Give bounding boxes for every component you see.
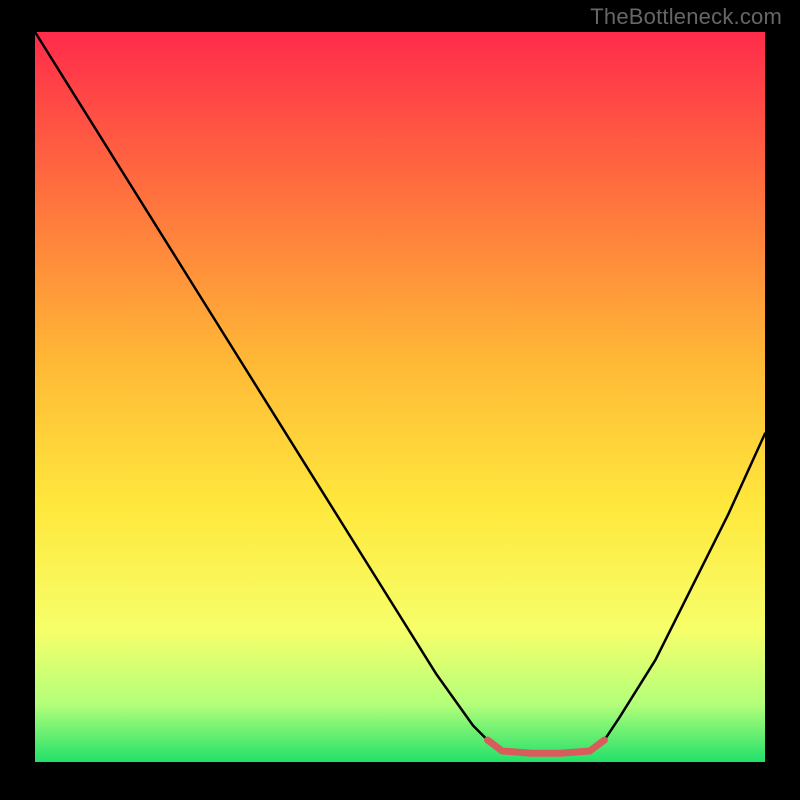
plot-background — [35, 32, 765, 762]
bottleneck-chart — [0, 0, 800, 800]
watermark-text: TheBottleneck.com — [590, 4, 782, 30]
chart-container: TheBottleneck.com — [0, 0, 800, 800]
